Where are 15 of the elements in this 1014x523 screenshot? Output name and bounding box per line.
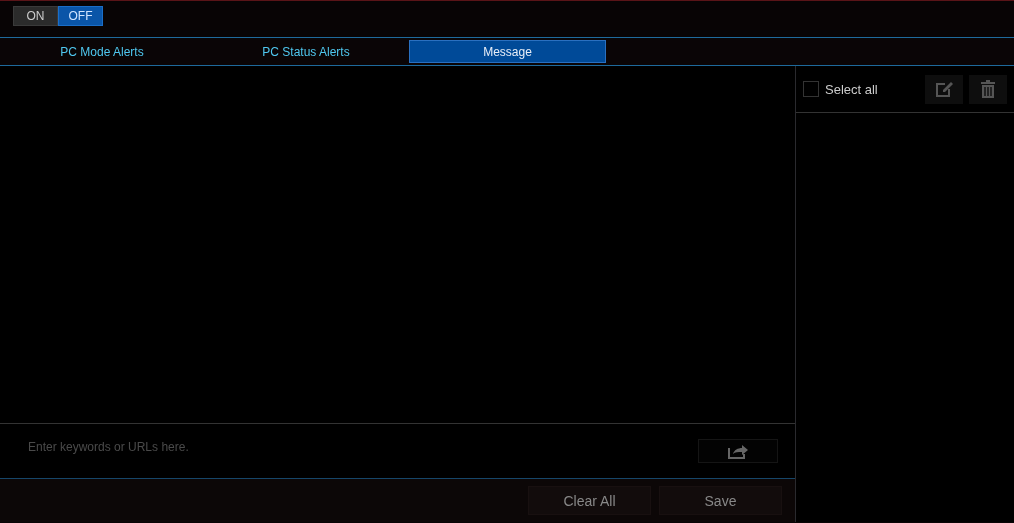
tab[interactable]: PC Status Alerts (204, 40, 408, 63)
toggle-option[interactable]: OFF (58, 6, 103, 26)
send-button[interactable] (698, 439, 778, 463)
action-button[interactable]: Clear All (528, 486, 651, 515)
edit-button[interactable] (925, 74, 963, 104)
delete-button[interactable] (969, 74, 1007, 104)
share-icon (727, 443, 749, 459)
action-button[interactable]: Save (659, 486, 782, 515)
tab[interactable]: Message (409, 40, 606, 63)
edit-icon (934, 79, 954, 99)
select-all-label: Select all (825, 81, 879, 97)
tab[interactable]: PC Mode Alerts (0, 40, 204, 63)
trash-icon (980, 79, 996, 99)
select-all-checkbox[interactable] (803, 81, 819, 97)
toggle-option[interactable]: ON (13, 6, 58, 26)
